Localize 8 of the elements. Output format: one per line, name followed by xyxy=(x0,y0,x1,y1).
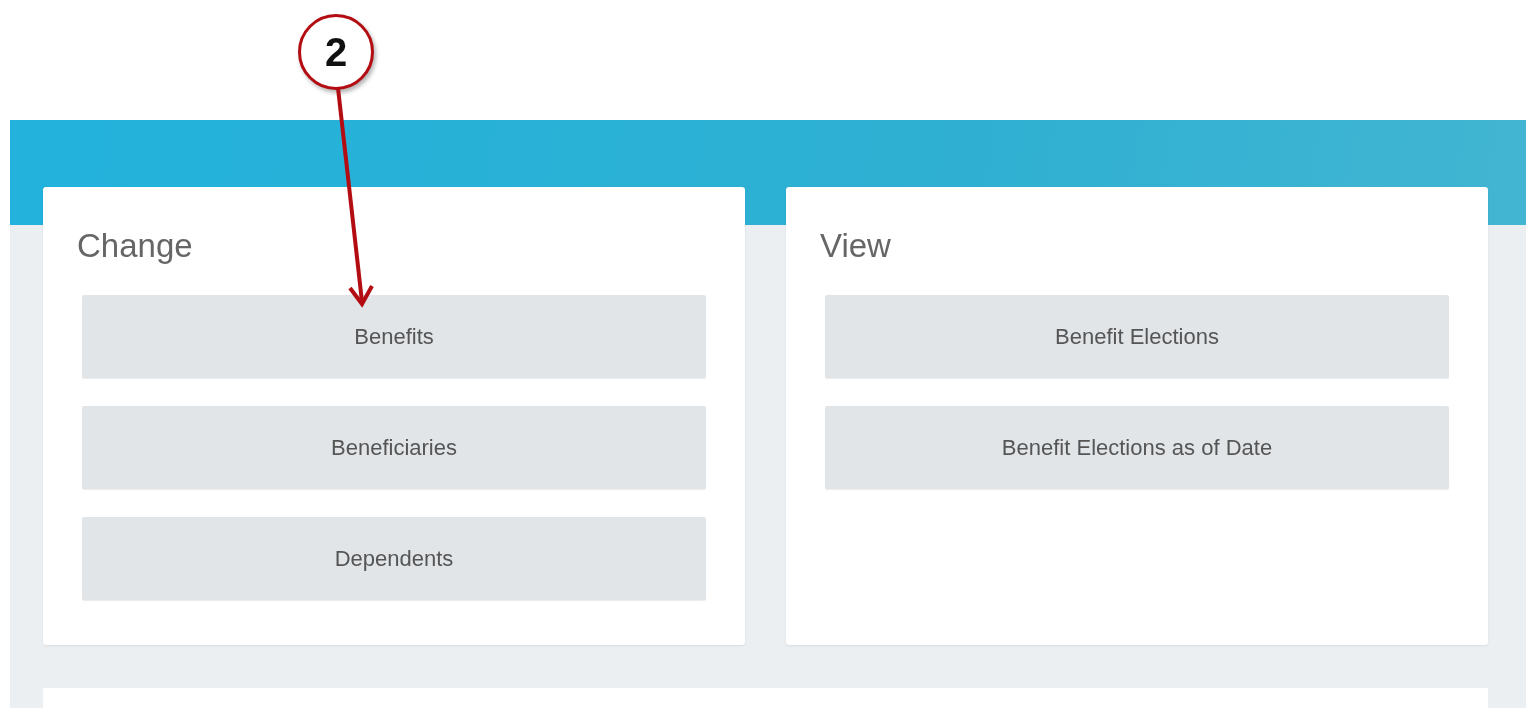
action-button[interactable]: Benefit Elections xyxy=(825,295,1449,378)
panel-title: View xyxy=(820,227,891,265)
action-button[interactable]: Dependents xyxy=(82,517,706,600)
action-button[interactable]: Benefits xyxy=(82,295,706,378)
step-number-badge: 2 xyxy=(298,14,374,90)
action-button[interactable]: Beneficiaries xyxy=(82,406,706,489)
action-button[interactable]: Benefit Elections as of Date xyxy=(825,406,1449,489)
panel-title: Change xyxy=(77,227,193,265)
